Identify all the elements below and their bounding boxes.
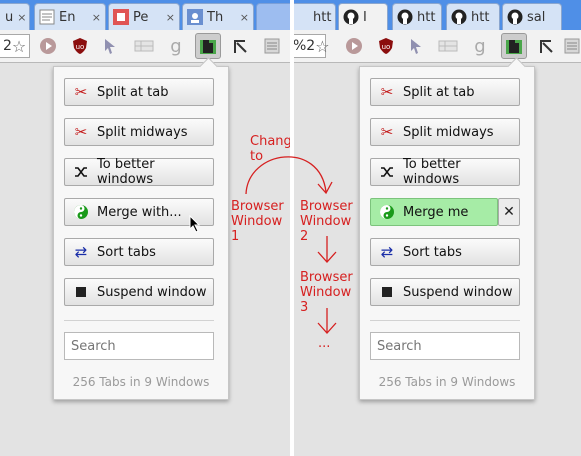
curved-arrow [245,156,327,195]
annotation-arrows [245,156,337,334]
